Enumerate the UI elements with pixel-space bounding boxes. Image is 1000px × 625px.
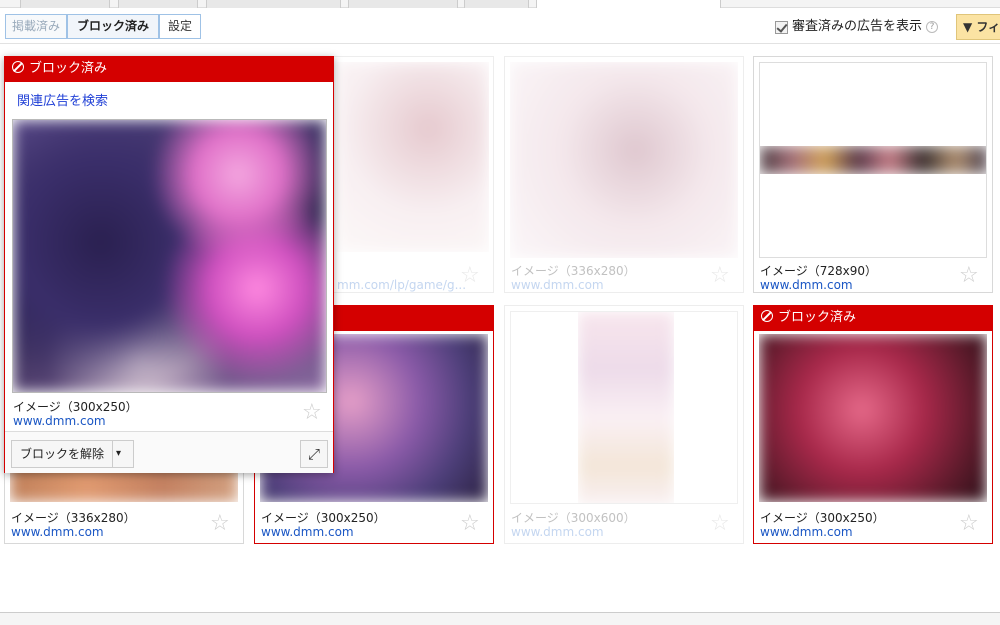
show-reviewed-toggle[interactable]: 審査済みの広告を表示 ? bbox=[775, 16, 939, 38]
blocked-header-label: ブロック済み bbox=[778, 310, 857, 325]
top-tab-strip bbox=[0, 0, 1000, 8]
ad-thumbnail bbox=[510, 311, 738, 504]
star-icon[interactable]: ☆ bbox=[710, 513, 730, 535]
tab-published[interactable]: 掲載済み bbox=[5, 14, 67, 39]
chevron-down-icon[interactable]: ▾ bbox=[116, 441, 121, 467]
ad-card-blocked[interactable]: ブロック済み イメージ（300x250） www.dmm.com ☆ bbox=[753, 305, 993, 544]
ad-title: イメージ（300x250） bbox=[13, 400, 138, 414]
related-ads-search-link[interactable]: 関連広告を検索 bbox=[17, 90, 108, 109]
ad-detail-popup[interactable]: ブロック済み 関連広告を検索 イメージ（300x250） www.dmm.com… bbox=[4, 56, 334, 473]
show-reviewed-label: 審査済みの広告を表示 bbox=[792, 19, 923, 34]
ad-url[interactable]: www.dmm.com bbox=[511, 525, 604, 539]
star-icon[interactable]: ☆ bbox=[210, 513, 230, 535]
ad-title: イメージ（728x90） bbox=[760, 264, 878, 278]
help-icon[interactable]: ? bbox=[926, 21, 939, 33]
ad-card[interactable]: イメージ（728x90） www.dmm.com ☆ bbox=[753, 56, 993, 293]
show-reviewed-checkbox[interactable] bbox=[775, 20, 788, 34]
toolbar: 掲載済み ブロック済み 設定 審査済みの広告を表示 ? ▼ フィ bbox=[0, 8, 1000, 44]
expand-icon[interactable]: ⤢ bbox=[300, 440, 328, 468]
ad-thumbnail bbox=[510, 62, 738, 258]
ad-title: イメージ（300x250） bbox=[760, 511, 885, 525]
top-tab[interactable] bbox=[348, 0, 458, 8]
tab-settings[interactable]: 設定 bbox=[159, 14, 201, 39]
star-icon[interactable]: ☆ bbox=[959, 265, 979, 287]
ad-card[interactable]: イメージ（300x600） www.dmm.com ☆ bbox=[504, 305, 744, 544]
ad-title: イメージ（300x600） bbox=[511, 511, 636, 525]
blocked-header-label: ブロック済み bbox=[29, 61, 108, 76]
star-icon[interactable]: ☆ bbox=[710, 265, 730, 287]
filter-button[interactable]: ▼ フィ bbox=[956, 14, 1000, 40]
ad-url[interactable]: www.dmm.com bbox=[261, 525, 354, 539]
divider bbox=[112, 441, 113, 467]
ad-url[interactable]: www.dmm.com bbox=[13, 414, 106, 428]
ad-title: イメージ（300x250） bbox=[261, 511, 386, 525]
blocked-icon bbox=[761, 310, 773, 322]
ad-thumbnail bbox=[337, 62, 489, 252]
bottom-bar bbox=[0, 612, 1000, 625]
ad-card[interactable]: イメージ（336x280） www.dmm.com ☆ bbox=[504, 56, 744, 293]
blocked-header: ブロック済み bbox=[753, 305, 993, 331]
top-tab[interactable] bbox=[118, 0, 198, 8]
star-icon[interactable]: ☆ bbox=[460, 265, 480, 287]
blocked-icon bbox=[12, 61, 24, 73]
popup-footer: ブロックを解除 ▾ ⤢ bbox=[5, 431, 333, 473]
top-tab[interactable] bbox=[464, 0, 529, 8]
ad-title: イメージ（336x280） bbox=[11, 511, 136, 525]
ad-url[interactable]: www.dmm.com bbox=[760, 525, 853, 539]
ad-url[interactable]: www.dmm.com bbox=[760, 278, 853, 292]
ad-url[interactable]: www.dmm.com bbox=[11, 525, 104, 539]
tab-blocked[interactable]: ブロック済み bbox=[67, 14, 159, 39]
ad-title: イメージ（336x280） bbox=[511, 264, 636, 278]
ad-thumbnail bbox=[759, 62, 987, 258]
ad-thumbnail bbox=[759, 334, 987, 502]
unblock-label: ブロックを解除 bbox=[20, 447, 105, 461]
ad-preview-image bbox=[12, 119, 327, 393]
star-icon[interactable]: ☆ bbox=[959, 513, 979, 535]
star-icon[interactable]: ☆ bbox=[460, 513, 480, 535]
top-tab[interactable] bbox=[206, 0, 341, 8]
top-tab-active[interactable] bbox=[536, 0, 721, 8]
star-icon[interactable]: ☆ bbox=[302, 402, 322, 424]
top-tab[interactable] bbox=[20, 0, 110, 8]
unblock-button[interactable]: ブロックを解除 ▾ bbox=[11, 440, 134, 468]
ad-url[interactable]: www.dmm.com bbox=[511, 278, 604, 292]
blocked-header: ブロック済み bbox=[4, 56, 334, 82]
